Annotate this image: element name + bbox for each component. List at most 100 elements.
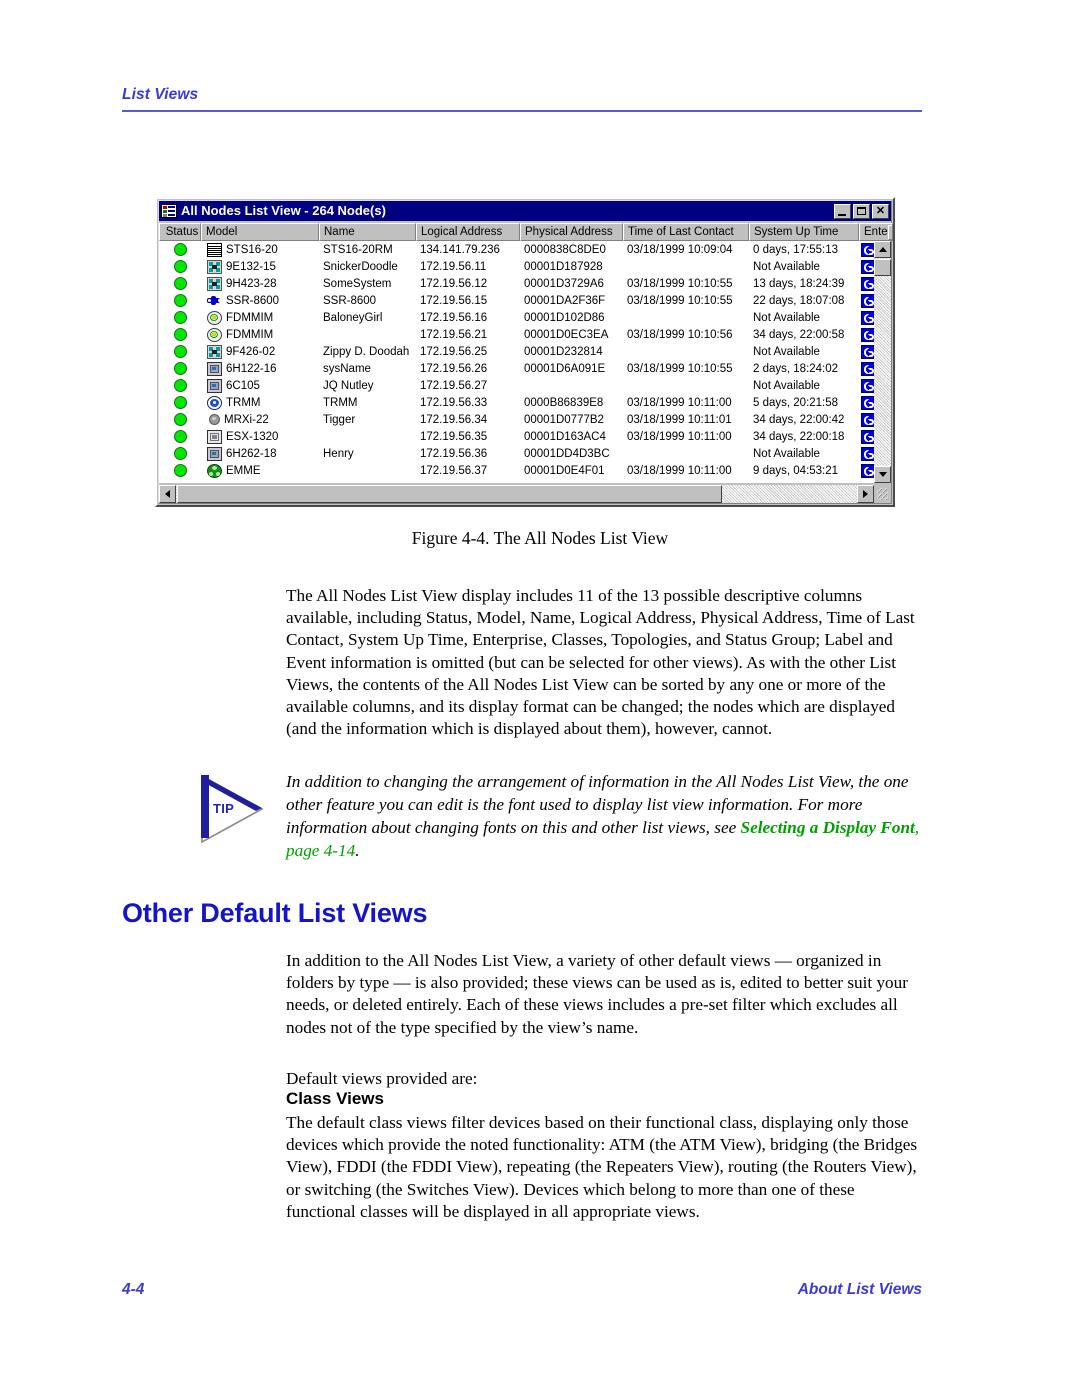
figure-caption: Figure 4-4. The All Nodes List View (411, 528, 669, 548)
window-control-buttons: ✕ (834, 203, 889, 219)
horizontal-scrollbar-thumb[interactable] (177, 485, 722, 503)
paragraph-4: The default class views filter devices b… (286, 1113, 918, 1221)
tip-text: In addition to changing the arrangement … (286, 770, 921, 862)
device-box-icon (207, 361, 222, 376)
table-row[interactable]: ESX-1320 172.19.56.35 00001D163AC4 03/18/19… (159, 428, 891, 445)
column-header-logical-address[interactable]: Logical Address (416, 223, 520, 241)
cell-system-up-time: 5 days, 20:21:58 (753, 396, 839, 409)
cell-physical-address: 00001D3729A6 (524, 277, 604, 290)
cell-time-of-last-contact: 03/18/1999 10:10:55 (627, 277, 733, 290)
cell-model-label: 9E132-15 (226, 260, 276, 273)
node-list-body[interactable]: STS16-20 STS16-20RM 134.141.79.236 0000838C… (159, 241, 891, 483)
tip-link[interactable]: Selecting a Display Font (741, 818, 915, 837)
table-row[interactable]: FDMMIM BaloneyGirl 172.19.56.16 00001D102D8… (159, 309, 891, 326)
status-up-icon (173, 464, 187, 477)
table-row[interactable]: 6H262-18 Henry 172.19.56.36 00001DD4D3BC Not… (159, 445, 891, 462)
all-nodes-list-view-window[interactable]: All Nodes List View - 264 Node(s) ✕ Stat… (155, 197, 895, 507)
cell-model-label: TRMM (226, 396, 261, 409)
router-icon (207, 294, 222, 308)
cell-model: 6H262-18 (201, 446, 319, 461)
column-header-enterprise-label: Ente (864, 226, 888, 238)
page-header: List Views (122, 86, 922, 112)
cell-system-up-time: Not Available (753, 311, 820, 324)
cell-model-label: 9F426-02 (226, 345, 276, 358)
column-header-status[interactable]: Status (159, 223, 201, 241)
cell-status (159, 345, 201, 358)
table-row[interactable]: 9E132-15 SnickerDoodle 172.19.56.11 00001D1… (159, 258, 891, 275)
fddi-ring-icon (207, 327, 222, 342)
vertical-scrollbar-track[interactable] (874, 258, 891, 466)
cell-status (159, 413, 201, 426)
cell-physical-address: 00001DA2F36F (524, 294, 606, 307)
table-row[interactable]: MRXi-22 Tigger 172.19.56.34 00001D0777B2 03/… (159, 411, 891, 428)
table-row[interactable]: TRMM TRMM 172.19.56.33 0000B86839E8 03/18/19… (159, 394, 891, 411)
paragraph-3-container: Default views provided are: (286, 1068, 920, 1090)
scroll-down-button[interactable] (874, 466, 891, 483)
cell-physical-address: 00001D0EC3EA (524, 328, 609, 341)
window-title: All Nodes List View - 264 Node(s) (181, 203, 386, 218)
status-up-icon (173, 294, 187, 307)
scroll-left-button[interactable] (159, 485, 176, 503)
device-box-icon (207, 446, 222, 461)
column-header-name[interactable]: Name (319, 223, 416, 241)
paragraph-4-container: The default class views filter devices b… (286, 1112, 920, 1223)
page-footer: 4-4 About List Views (122, 1281, 922, 1299)
table-row[interactable]: 6H122-16 sysName 172.19.56.26 00001D6A091E 0… (159, 360, 891, 377)
cell-model-label: FDMMIM (226, 328, 274, 341)
close-icon: ✕ (875, 204, 886, 217)
table-row[interactable]: FDMMIM 172.19.56.21 00001D0EC3EA 03/18/1999… (159, 326, 891, 343)
table-row[interactable]: SSR-8600 SSR-8600 172.19.56.15 00001DA2F36F… (159, 292, 891, 309)
cell-model-label: 6C105 (226, 379, 260, 392)
vertical-scrollbar[interactable] (874, 241, 891, 483)
footer-section-title: About List Views (797, 1281, 922, 1298)
close-button[interactable]: ✕ (872, 203, 889, 219)
cell-status (159, 464, 201, 477)
maximize-button[interactable] (853, 203, 870, 219)
cell-model: 6H122-16 (201, 361, 319, 376)
scroll-up-button[interactable] (874, 241, 891, 258)
column-header-system-up-time[interactable]: System Up Time (749, 223, 859, 241)
column-header-time-of-last-contact[interactable]: Time of Last Contact (623, 223, 749, 241)
table-row[interactable]: 6C105 JQ Nutley 172.19.56.27 Not Available (159, 377, 891, 394)
vertical-scrollbar-thumb[interactable] (874, 259, 891, 276)
page-header-title: List Views (122, 86, 199, 103)
resize-grip[interactable] (874, 485, 891, 503)
cell-system-up-time: 9 days, 04:53:21 (753, 464, 839, 477)
sort-ascending-icon[interactable] (887, 224, 892, 240)
cell-name: TRMM (323, 396, 358, 409)
cell-name: STS16-20RM (323, 243, 393, 256)
cell-status (159, 243, 201, 256)
cell-logical-address: 172.19.56.12 (420, 277, 488, 290)
status-up-icon (173, 379, 187, 392)
horizontal-scrollbar[interactable] (159, 485, 891, 503)
paragraph-2-container: In addition to the All Nodes List View, … (286, 950, 920, 1039)
cell-status (159, 328, 201, 341)
cell-time-of-last-contact: 03/18/1999 10:10:55 (627, 362, 733, 375)
status-up-icon (173, 430, 187, 443)
table-row[interactable]: EMME 172.19.56.37 00001D0E4F01 03/18/1999 1… (159, 462, 891, 479)
cell-logical-address: 172.19.56.16 (420, 311, 488, 324)
status-up-icon (173, 328, 187, 341)
cell-logical-address: 172.19.56.37 (420, 464, 488, 477)
cell-status (159, 379, 201, 392)
switch-icon (207, 259, 222, 274)
cell-model-label: FDMMIM (226, 311, 274, 324)
table-row[interactable]: 9F426-02 Zippy D. Doodah 172.19.56.25 00001… (159, 343, 891, 360)
column-header-enterprise[interactable]: Ente (859, 223, 893, 241)
cell-model-label: SSR-8600 (226, 294, 280, 307)
sphere-icon (209, 414, 220, 425)
status-up-icon (173, 260, 187, 273)
column-header-model[interactable]: Model (201, 223, 319, 241)
column-header-physical-address[interactable]: Physical Address (520, 223, 623, 241)
status-up-icon (173, 362, 187, 375)
window-titlebar[interactable]: All Nodes List View - 264 Node(s) ✕ (159, 201, 891, 221)
cell-logical-address: 134.141.79.236 (420, 243, 500, 256)
cell-model-label: 6H122-16 (226, 362, 277, 375)
cell-logical-address: 172.19.56.26 (420, 362, 488, 375)
scroll-right-button[interactable] (857, 485, 874, 503)
minimize-button[interactable] (834, 203, 851, 219)
table-row[interactable]: STS16-20 STS16-20RM 134.141.79.236 0000838C… (159, 241, 891, 258)
cell-name: SnickerDoodle (323, 260, 398, 273)
table-row[interactable]: 9H423-28 SomeSystem 172.19.56.12 00001D3729… (159, 275, 891, 292)
cell-name: SSR-8600 (323, 294, 377, 307)
